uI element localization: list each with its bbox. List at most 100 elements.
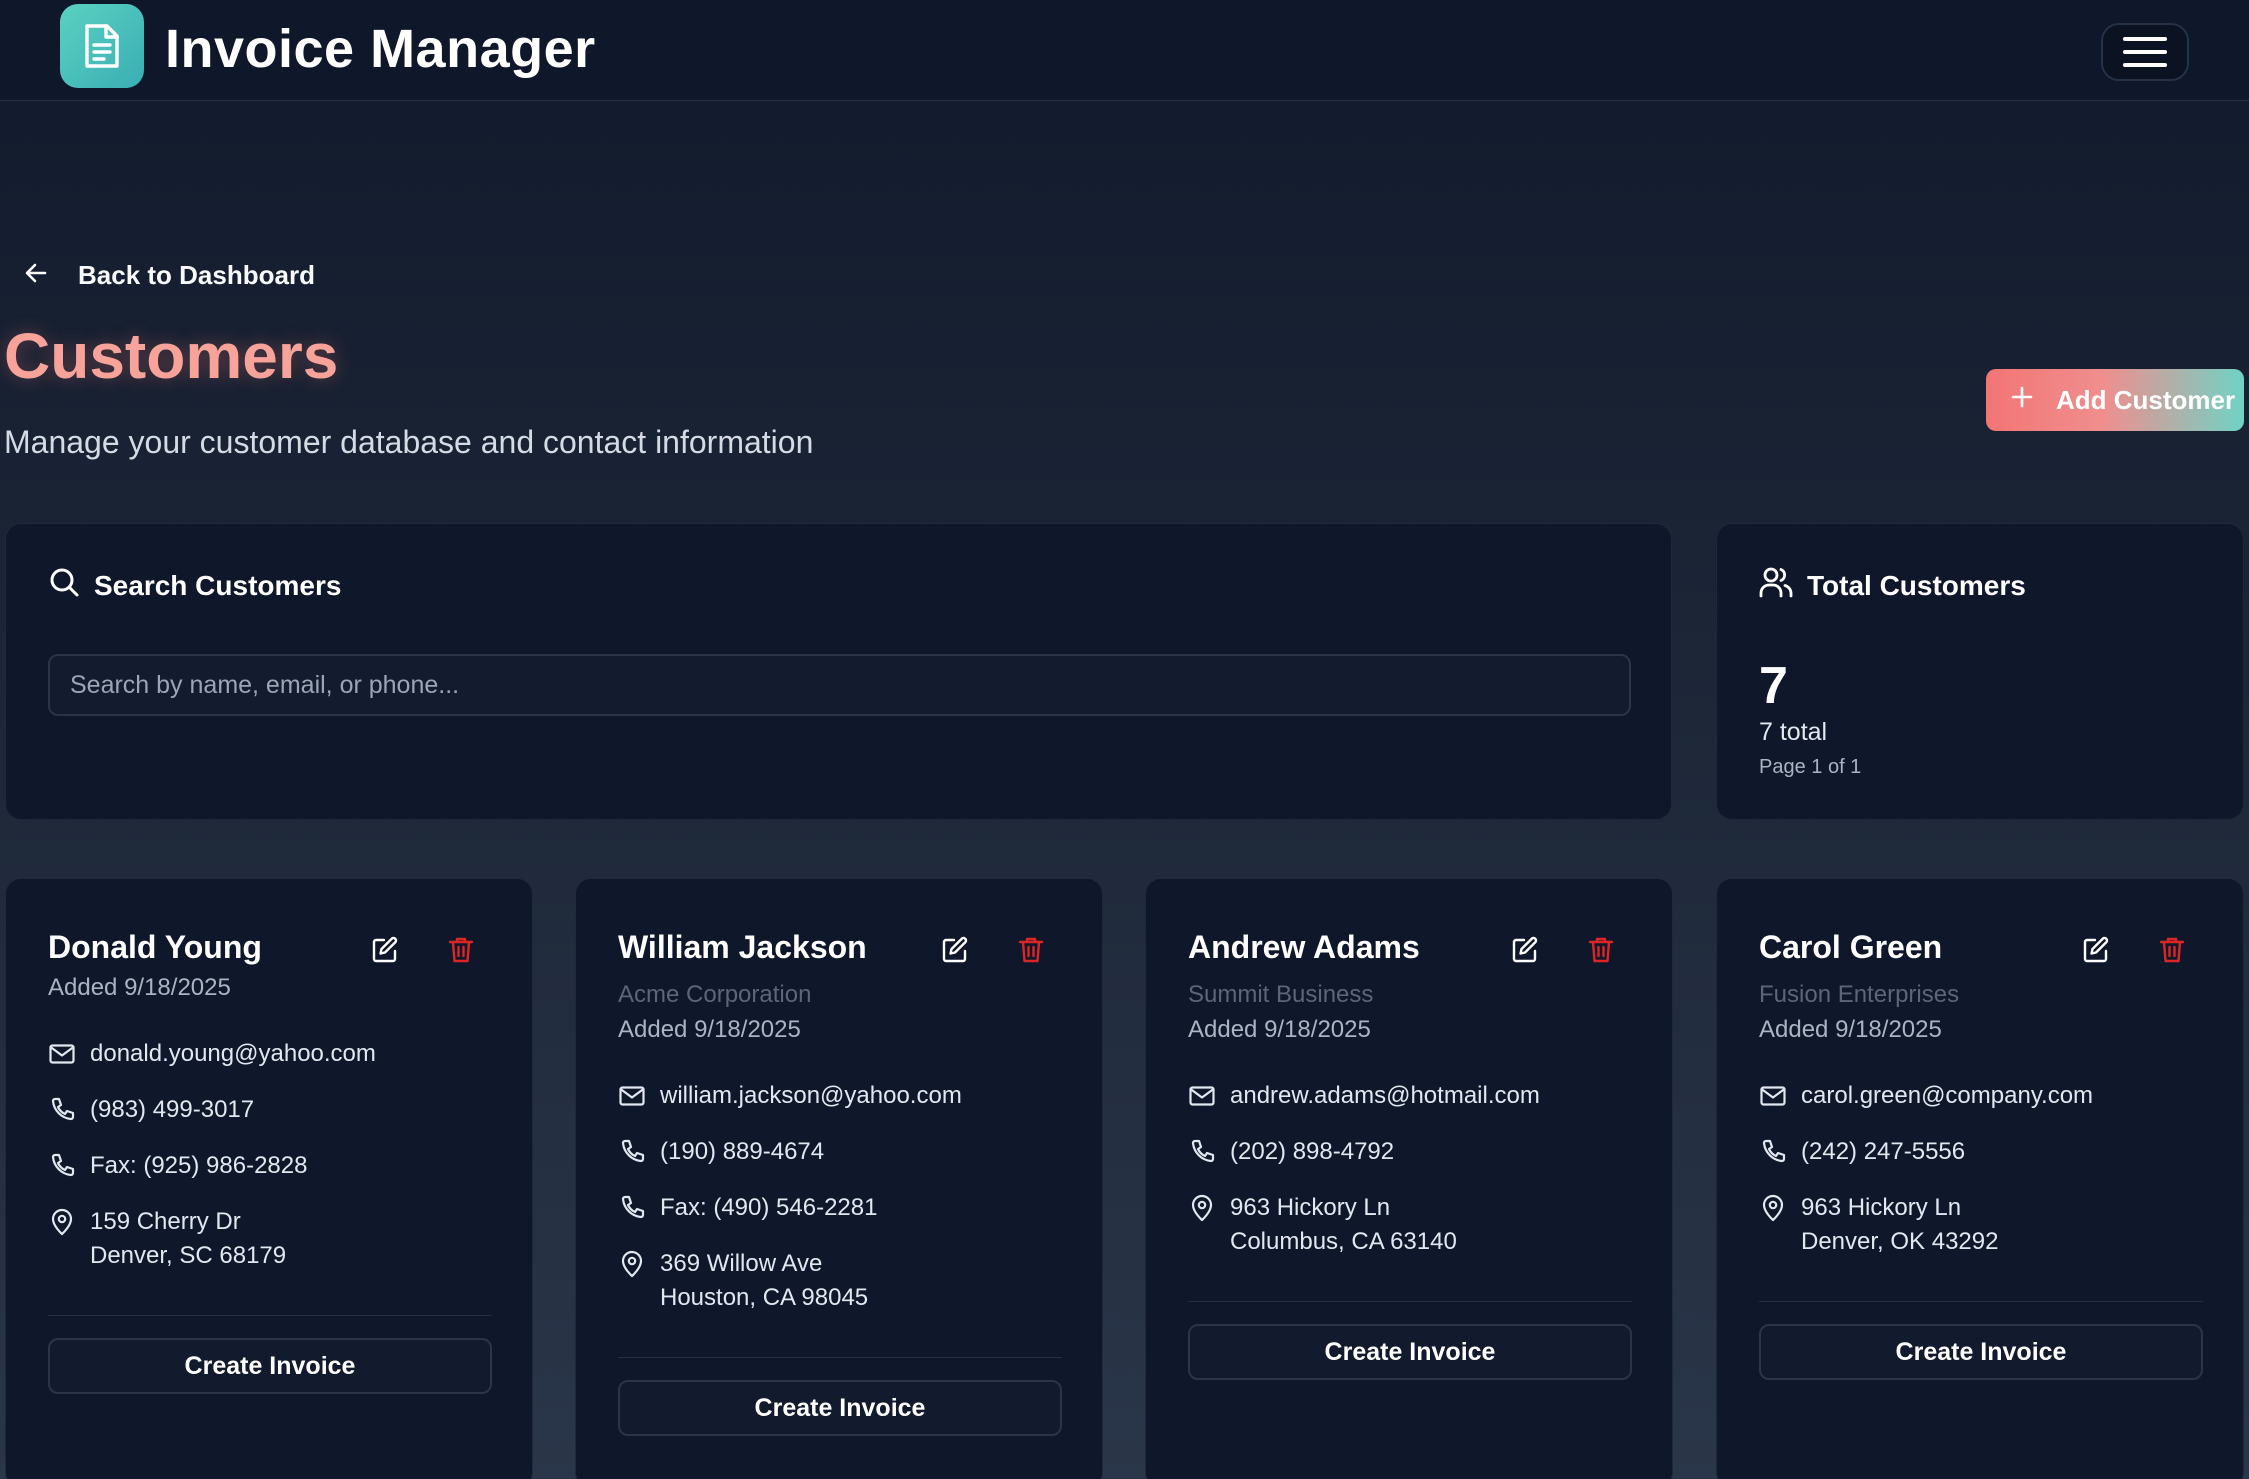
add-customer-label: Add Customer — [2056, 384, 2236, 415]
total-customers-panel: Total Customers 7 7 total Page 1 of 1 — [1716, 523, 2244, 820]
map-pin-icon — [48, 1205, 76, 1239]
company-name: Fusion Enterprises — [1759, 981, 1960, 1008]
search-icon — [48, 566, 80, 605]
company-name: Summit Business — [1188, 981, 1374, 1008]
email-row: carol.green@company.com — [1759, 1079, 2093, 1113]
phone-icon — [1188, 1135, 1216, 1169]
map-pin-icon — [1759, 1191, 1787, 1225]
app-title: Invoice Manager — [165, 19, 596, 79]
phone-icon — [1759, 1135, 1787, 1169]
page-subtitle: Manage your customer database and contac… — [4, 424, 814, 460]
address-text: 369 Willow Ave Houston, CA 98045 — [660, 1247, 868, 1315]
trash-icon[interactable] — [1584, 933, 1618, 967]
create-invoice-button[interactable]: Create Invoice — [1188, 1324, 1632, 1380]
phone-icon — [618, 1191, 646, 1225]
email-text[interactable]: carol.green@company.com — [1801, 1079, 2093, 1113]
total-heading-label: Total Customers — [1807, 569, 2026, 601]
added-date: Added 9/18/2025 — [1188, 1016, 1371, 1043]
create-invoice-button[interactable]: Create Invoice — [618, 1380, 1062, 1436]
address-row: 963 Hickory Ln Denver, OK 43292 — [1759, 1191, 1998, 1259]
mail-icon — [48, 1037, 76, 1071]
phone-row: (202) 898-4792 — [1188, 1135, 1394, 1169]
customer-name: Donald Young — [48, 929, 262, 965]
customer-card: Andrew Adams Summit Business Added 9/18/… — [1145, 878, 1673, 1479]
search-panel: Search Customers — [5, 523, 1672, 820]
plus-icon — [2010, 385, 2034, 416]
fax-row: Fax: (490) 546-2281 — [618, 1191, 877, 1225]
map-pin-icon — [618, 1247, 646, 1281]
create-invoice-button[interactable]: Create Invoice — [48, 1338, 492, 1394]
edit-icon[interactable] — [368, 933, 402, 967]
users-icon — [1759, 566, 1793, 605]
document-icon — [60, 4, 144, 88]
address-row: 159 Cherry Dr Denver, SC 68179 — [48, 1205, 286, 1273]
address-text: 963 Hickory Ln Columbus, CA 63140 — [1230, 1191, 1457, 1259]
phone-row: (190) 889-4674 — [618, 1135, 824, 1169]
phone-row: (242) 247-5556 — [1759, 1135, 1965, 1169]
page-indicator: Page 1 of 1 — [1759, 756, 1862, 778]
email-row: andrew.adams@hotmail.com — [1188, 1079, 1540, 1113]
search-input[interactable] — [48, 654, 1631, 716]
edit-icon[interactable] — [938, 933, 972, 967]
phone-row: (983) 499-3017 — [48, 1093, 254, 1127]
create-invoice-button[interactable]: Create Invoice — [1759, 1324, 2203, 1380]
customer-card: William Jackson Acme Corporation Added 9… — [575, 878, 1103, 1479]
phone-text: (190) 889-4674 — [660, 1138, 825, 1165]
arrow-left-icon — [24, 261, 48, 290]
customer-name: William Jackson — [618, 929, 867, 965]
map-pin-icon — [1188, 1191, 1216, 1225]
total-count: 7 — [1759, 657, 1788, 715]
back-to-dashboard-link[interactable]: Back to Dashboard — [24, 255, 315, 295]
card-divider — [1759, 1301, 2203, 1302]
company-name: Acme Corporation — [618, 981, 812, 1008]
search-heading: Search Customers — [48, 566, 341, 605]
address-line-2: Houston, CA 98045 — [660, 1284, 869, 1311]
customer-card: Carol Green Fusion Enterprises Added 9/1… — [1716, 878, 2244, 1479]
trash-icon[interactable] — [1014, 933, 1048, 967]
email-text[interactable]: william.jackson@yahoo.com — [660, 1079, 962, 1113]
phone-text: (242) 247-5556 — [1801, 1138, 1966, 1165]
email-row: donald.young@yahoo.com — [48, 1037, 376, 1071]
email-text[interactable]: andrew.adams@hotmail.com — [1230, 1079, 1540, 1113]
edit-icon[interactable] — [1508, 933, 1542, 967]
mail-icon — [1188, 1079, 1216, 1113]
phone-icon — [48, 1149, 76, 1183]
email-text[interactable]: donald.young@yahoo.com — [90, 1037, 376, 1071]
fax-text: Fax: (925) 986-2828 — [90, 1152, 308, 1179]
address-line-2: Denver, SC 68179 — [90, 1242, 287, 1269]
address-line-2: Columbus, CA 63140 — [1230, 1228, 1457, 1255]
address-row: 963 Hickory Ln Columbus, CA 63140 — [1188, 1191, 1457, 1259]
search-heading-label: Search Customers — [94, 569, 342, 601]
customer-name: Andrew Adams — [1188, 929, 1420, 965]
address-row: 369 Willow Ave Houston, CA 98045 — [618, 1247, 868, 1315]
mail-icon — [1759, 1079, 1787, 1113]
phone-icon — [618, 1135, 646, 1169]
top-bar: Invoice Manager — [0, 0, 2249, 101]
phone-icon — [48, 1093, 76, 1127]
card-divider — [1188, 1301, 1632, 1302]
address-line-1: 963 Hickory Ln — [1801, 1194, 1962, 1221]
address-line-1: 963 Hickory Ln — [1230, 1194, 1391, 1221]
page-title: Customers — [4, 320, 339, 392]
address-text: 159 Cherry Dr Denver, SC 68179 — [90, 1205, 286, 1273]
added-date: Added 9/18/2025 — [618, 1016, 801, 1043]
customer-card: Donald Young Added 9/18/2025 donald.youn… — [5, 878, 533, 1479]
address-text: 963 Hickory Ln Denver, OK 43292 — [1801, 1191, 1998, 1259]
phone-text: (202) 898-4792 — [1230, 1138, 1395, 1165]
added-date: Added 9/18/2025 — [48, 974, 231, 1001]
trash-icon[interactable] — [444, 933, 478, 967]
address-line-1: 159 Cherry Dr — [90, 1208, 241, 1235]
total-label: 7 total — [1759, 718, 1828, 746]
hamburger-menu-icon[interactable] — [2101, 23, 2189, 81]
trash-icon[interactable] — [2155, 933, 2189, 967]
back-link-label: Back to Dashboard — [78, 259, 315, 290]
address-line-1: 369 Willow Ave — [660, 1250, 823, 1277]
added-date: Added 9/18/2025 — [1759, 1016, 1942, 1043]
total-heading: Total Customers — [1759, 566, 2026, 605]
add-customer-button[interactable]: Add Customer — [1986, 369, 2244, 431]
edit-icon[interactable] — [2079, 933, 2113, 967]
card-divider — [618, 1357, 1062, 1358]
fax-row: Fax: (925) 986-2828 — [48, 1149, 307, 1183]
phone-text: (983) 499-3017 — [90, 1096, 255, 1123]
card-divider — [48, 1315, 492, 1316]
